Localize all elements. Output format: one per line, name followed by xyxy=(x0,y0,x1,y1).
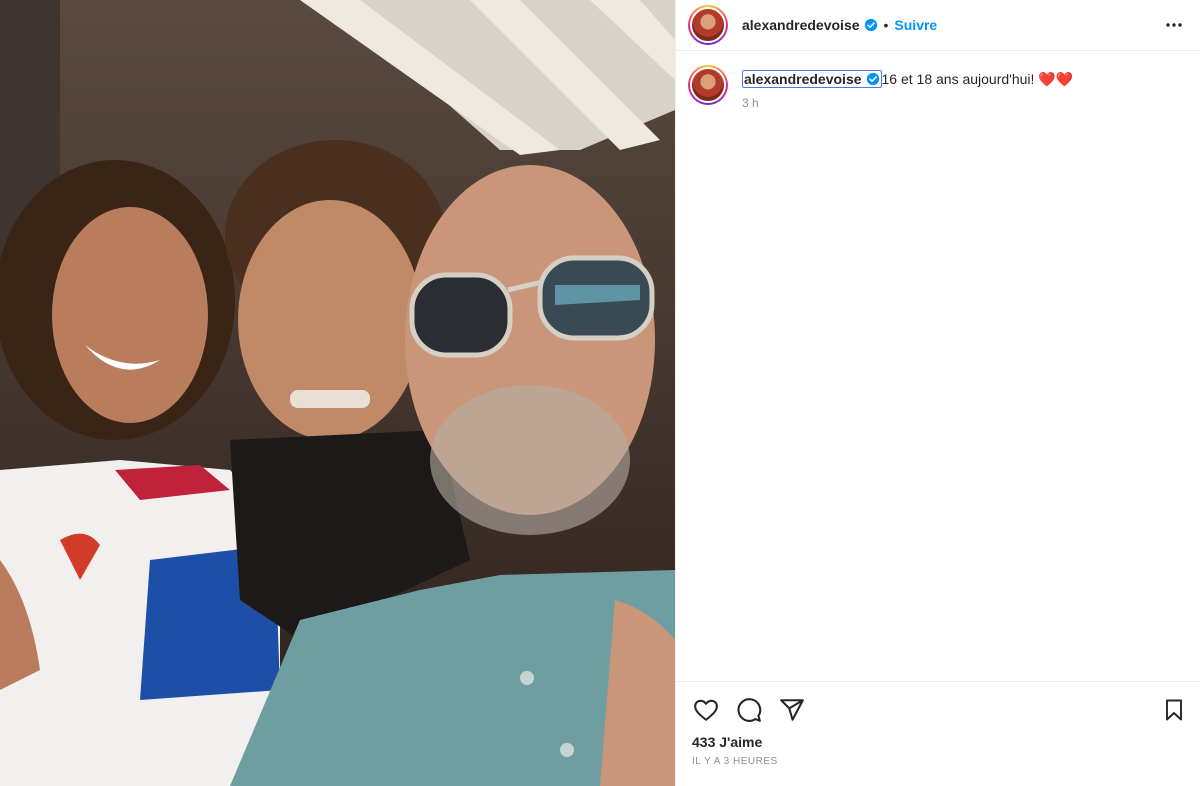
verified-badge-icon xyxy=(864,18,877,32)
paper-plane-icon[interactable] xyxy=(778,696,806,724)
instagram-post-modal: alexandredevoise • Suivre alexandredevoi… xyxy=(0,0,1200,786)
caption-text: 16 et 18 ans aujourd'hui! ❤️❤️ xyxy=(881,71,1074,87)
author-username[interactable]: alexandredevoise xyxy=(742,17,860,33)
more-options-icon[interactable] xyxy=(1162,13,1186,37)
post-photo-illustration xyxy=(0,0,675,786)
caption-body: alexandredevoise 16 et 18 ans aujourd'hui… xyxy=(742,65,1073,110)
follow-button[interactable]: Suivre xyxy=(894,17,937,33)
post-actions-section: 433 J'aime IL Y A 3 HEURES xyxy=(676,681,1200,767)
caption-username-text: alexandredevoise xyxy=(744,71,862,87)
post-photo[interactable] xyxy=(0,0,675,786)
avatar-image xyxy=(690,67,726,103)
caption-line: alexandredevoise 16 et 18 ans aujourd'hui… xyxy=(742,70,1073,88)
comment-icon[interactable] xyxy=(735,696,763,724)
action-icons-row xyxy=(676,682,1200,726)
heart-icon[interactable] xyxy=(692,696,720,724)
avatar-image xyxy=(690,7,726,43)
post-side-panel: alexandredevoise • Suivre alexandredevoi… xyxy=(675,0,1200,786)
post-timestamp[interactable]: IL Y A 3 HEURES xyxy=(676,750,1200,767)
caption-avatar[interactable] xyxy=(688,65,728,105)
caption-time[interactable]: 3 h xyxy=(742,96,1073,110)
bookmark-icon[interactable] xyxy=(1160,696,1188,724)
caption-username[interactable]: alexandredevoise xyxy=(742,70,882,88)
likes-count[interactable]: 433 J'aime xyxy=(676,726,1200,750)
post-header: alexandredevoise • Suivre xyxy=(676,0,1200,51)
author-avatar[interactable] xyxy=(688,5,728,45)
separator-dot: • xyxy=(883,17,889,33)
post-caption: alexandredevoise 16 et 18 ans aujourd'hui… xyxy=(676,51,1200,110)
verified-badge-icon xyxy=(866,72,879,86)
